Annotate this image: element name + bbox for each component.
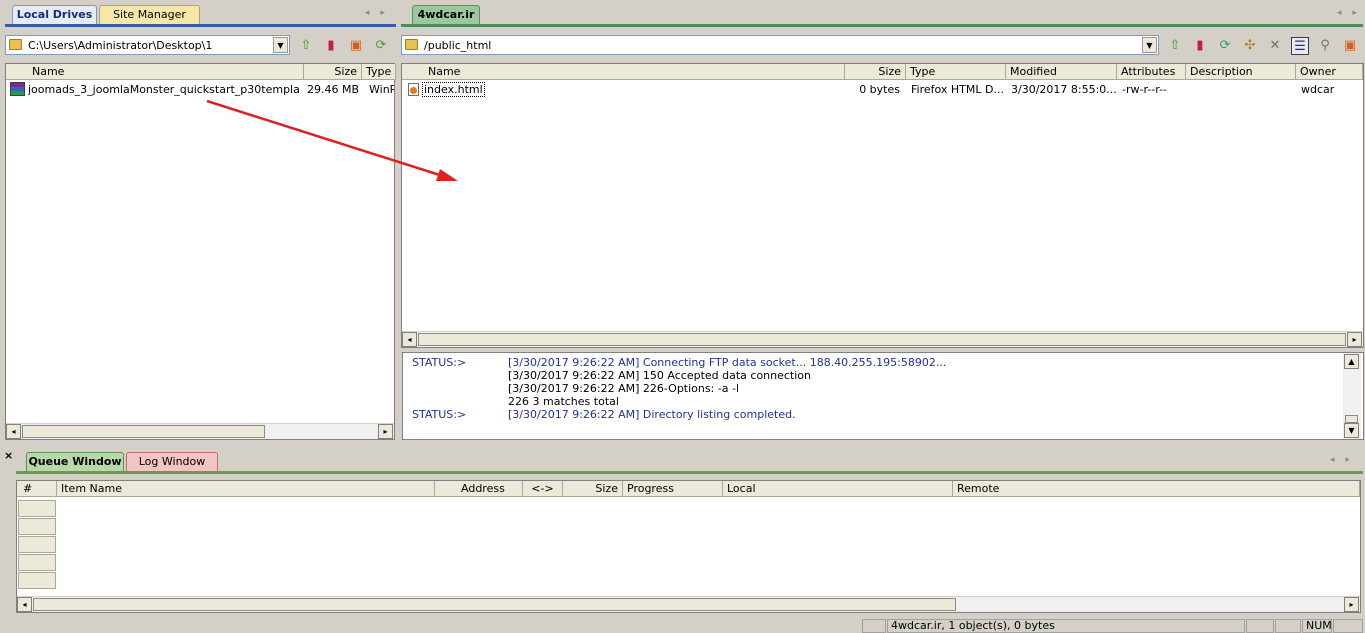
tab-queue-window[interactable]: Queue Window bbox=[26, 452, 124, 472]
queue-list[interactable]: # Item Name Address <-> Size Progress Lo… bbox=[16, 480, 1361, 613]
col-header-address[interactable]: Address bbox=[435, 481, 523, 497]
col-header-remote[interactable]: Remote bbox=[953, 481, 1360, 497]
queue-tab-nav-arrows[interactable]: ◂ ▸ bbox=[1330, 455, 1354, 465]
col-header-size[interactable]: Size bbox=[563, 481, 623, 497]
col-header-local[interactable]: Local bbox=[723, 481, 953, 497]
scroll-left-icon[interactable]: ◂ bbox=[17, 597, 32, 612]
col-header-progress[interactable]: Progress bbox=[623, 481, 723, 497]
scroll-right-icon[interactable]: ▸ bbox=[1344, 597, 1359, 612]
queue-row-header[interactable] bbox=[18, 518, 56, 535]
scroll-thumb[interactable] bbox=[33, 598, 956, 611]
queue-row-header[interactable] bbox=[18, 572, 56, 589]
tab-log-window[interactable]: Log Window bbox=[126, 452, 218, 472]
col-header-item-name[interactable]: Item Name bbox=[57, 481, 435, 497]
col-header-num[interactable]: # bbox=[17, 481, 57, 497]
status-segment-empty bbox=[862, 619, 886, 633]
status-segment-empty bbox=[1333, 619, 1363, 633]
queue-close-icon[interactable]: × bbox=[4, 449, 13, 462]
queue-row-header[interactable] bbox=[18, 536, 56, 553]
col-header-direction[interactable]: <-> bbox=[523, 481, 563, 497]
queue-row-header[interactable] bbox=[18, 554, 56, 571]
queue-row-header[interactable] bbox=[18, 500, 56, 517]
queue-tab-underline bbox=[16, 471, 1363, 474]
status-segment-empty bbox=[1275, 619, 1301, 633]
queue-hscrollbar[interactable]: ◂ ▸ bbox=[17, 596, 1360, 612]
status-num-lock: NUM bbox=[1302, 619, 1332, 633]
status-segment-empty bbox=[1246, 619, 1274, 633]
status-info: 4wdcar.ir, 1 object(s), 0 bytes bbox=[887, 619, 1245, 633]
